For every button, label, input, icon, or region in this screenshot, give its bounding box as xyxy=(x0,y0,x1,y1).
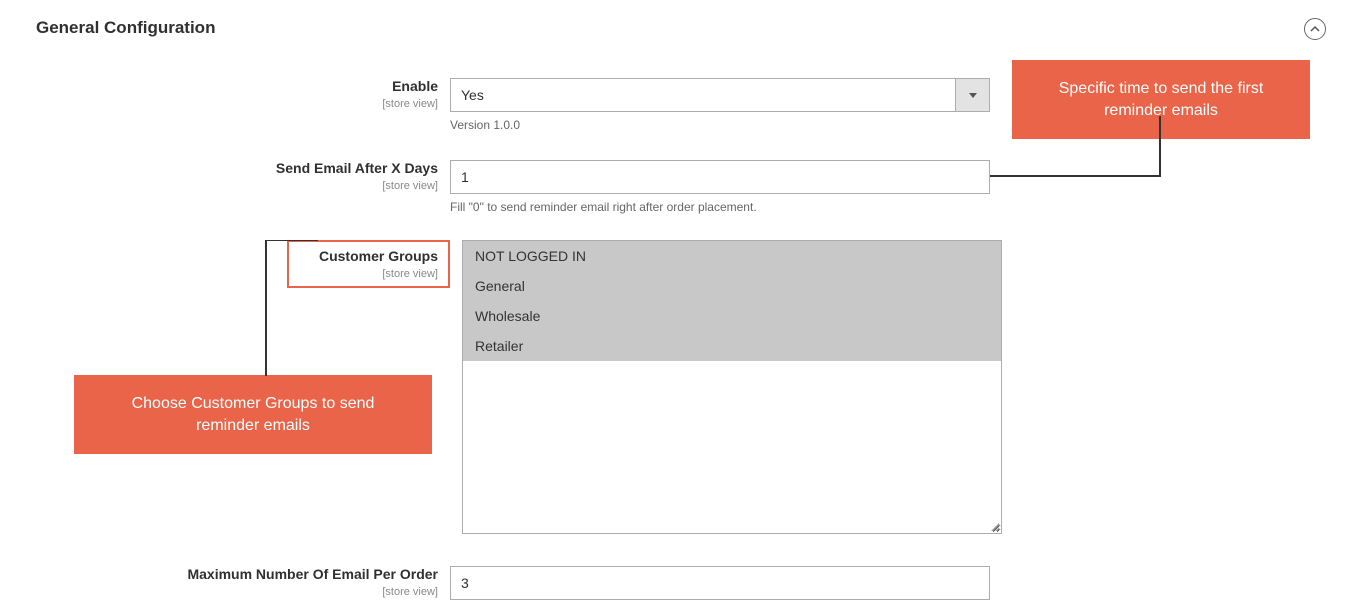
max-email-input[interactable] xyxy=(450,566,990,600)
send-after-scope: [store view] xyxy=(0,180,438,192)
connector-line xyxy=(258,240,328,380)
customer-group-option[interactable]: Retailer xyxy=(463,331,1001,361)
enable-select[interactable]: Yes xyxy=(450,78,990,112)
callout-customer-groups: Choose Customer Groups to send reminder … xyxy=(74,375,432,454)
enable-scope: [store view] xyxy=(0,98,438,110)
send-after-label-col: Send Email After X Days [store view] xyxy=(0,160,450,192)
resize-handle-icon[interactable] xyxy=(991,523,999,531)
customer-group-option[interactable]: General xyxy=(463,271,1001,301)
max-email-label: Maximum Number Of Email Per Order xyxy=(187,566,438,582)
customer-group-option[interactable]: NOT LOGGED IN xyxy=(463,241,1001,271)
section-title: General Configuration xyxy=(36,18,215,38)
collapse-toggle[interactable] xyxy=(1304,18,1326,40)
max-email-label-col: Maximum Number Of Email Per Order [store… xyxy=(0,566,450,598)
enable-help: Version 1.0.0 xyxy=(450,118,990,132)
customer-groups-scope: [store view] xyxy=(319,268,438,280)
customer-groups-multiselect[interactable]: NOT LOGGED IN General Wholesale Retailer xyxy=(462,240,1002,534)
send-after-label: Send Email After X Days xyxy=(276,160,438,176)
enable-label-col: Enable [store view] xyxy=(0,78,450,110)
enable-select-arrow[interactable] xyxy=(956,78,990,112)
send-after-input[interactable] xyxy=(450,160,990,194)
send-after-help: Fill "0" to send reminder email right af… xyxy=(450,200,990,214)
enable-label: Enable xyxy=(392,78,438,94)
connector-line xyxy=(990,116,1170,178)
max-email-scope: [store view] xyxy=(0,586,438,598)
enable-select-value: Yes xyxy=(450,78,956,112)
chevron-up-icon xyxy=(1310,24,1320,34)
customer-group-option[interactable]: Wholesale xyxy=(463,301,1001,331)
customer-groups-label: Customer Groups xyxy=(319,248,438,264)
